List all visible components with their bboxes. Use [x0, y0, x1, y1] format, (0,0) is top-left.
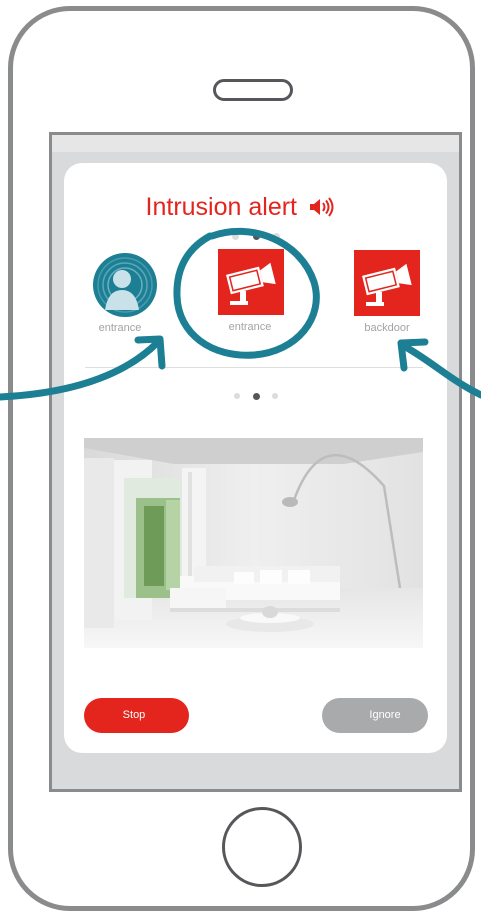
camera-label: backdoor [364, 322, 410, 334]
pager-dot-active[interactable] [253, 233, 260, 240]
security-camera-icon [354, 250, 420, 316]
alert-header: Intrusion alert [0, 190, 481, 226]
ignore-button-label: Ignore [369, 709, 401, 721]
pager-dot[interactable] [272, 393, 278, 399]
alarm-speaker-icon [310, 197, 334, 217]
pager-dot[interactable] [232, 233, 239, 240]
illustration-stage: Intrusion alert entrance entrance backdo… [0, 0, 481, 920]
pager-dot[interactable] [273, 233, 280, 240]
stop-button-label: Stop [122, 709, 146, 721]
top-pager-dots[interactable] [232, 233, 280, 241]
pager-dot[interactable] [234, 393, 240, 399]
user-avatar-icon [93, 253, 157, 317]
alert-title: Intrusion alert [145, 193, 297, 221]
camera-label: entrance [228, 321, 272, 333]
security-camera-icon [218, 249, 284, 315]
camera-feed-image[interactable] [84, 438, 423, 648]
pager-dot-active[interactable] [253, 393, 260, 400]
ignore-button[interactable]: Ignore [322, 698, 428, 733]
feed-pager-dots[interactable] [234, 393, 278, 401]
camera-label: entrance [98, 322, 142, 334]
status-bar [52, 135, 459, 152]
stop-button[interactable]: Stop [84, 698, 189, 733]
home-button[interactable] [222, 807, 302, 887]
section-divider [85, 367, 423, 368]
phone-speaker [213, 79, 293, 101]
